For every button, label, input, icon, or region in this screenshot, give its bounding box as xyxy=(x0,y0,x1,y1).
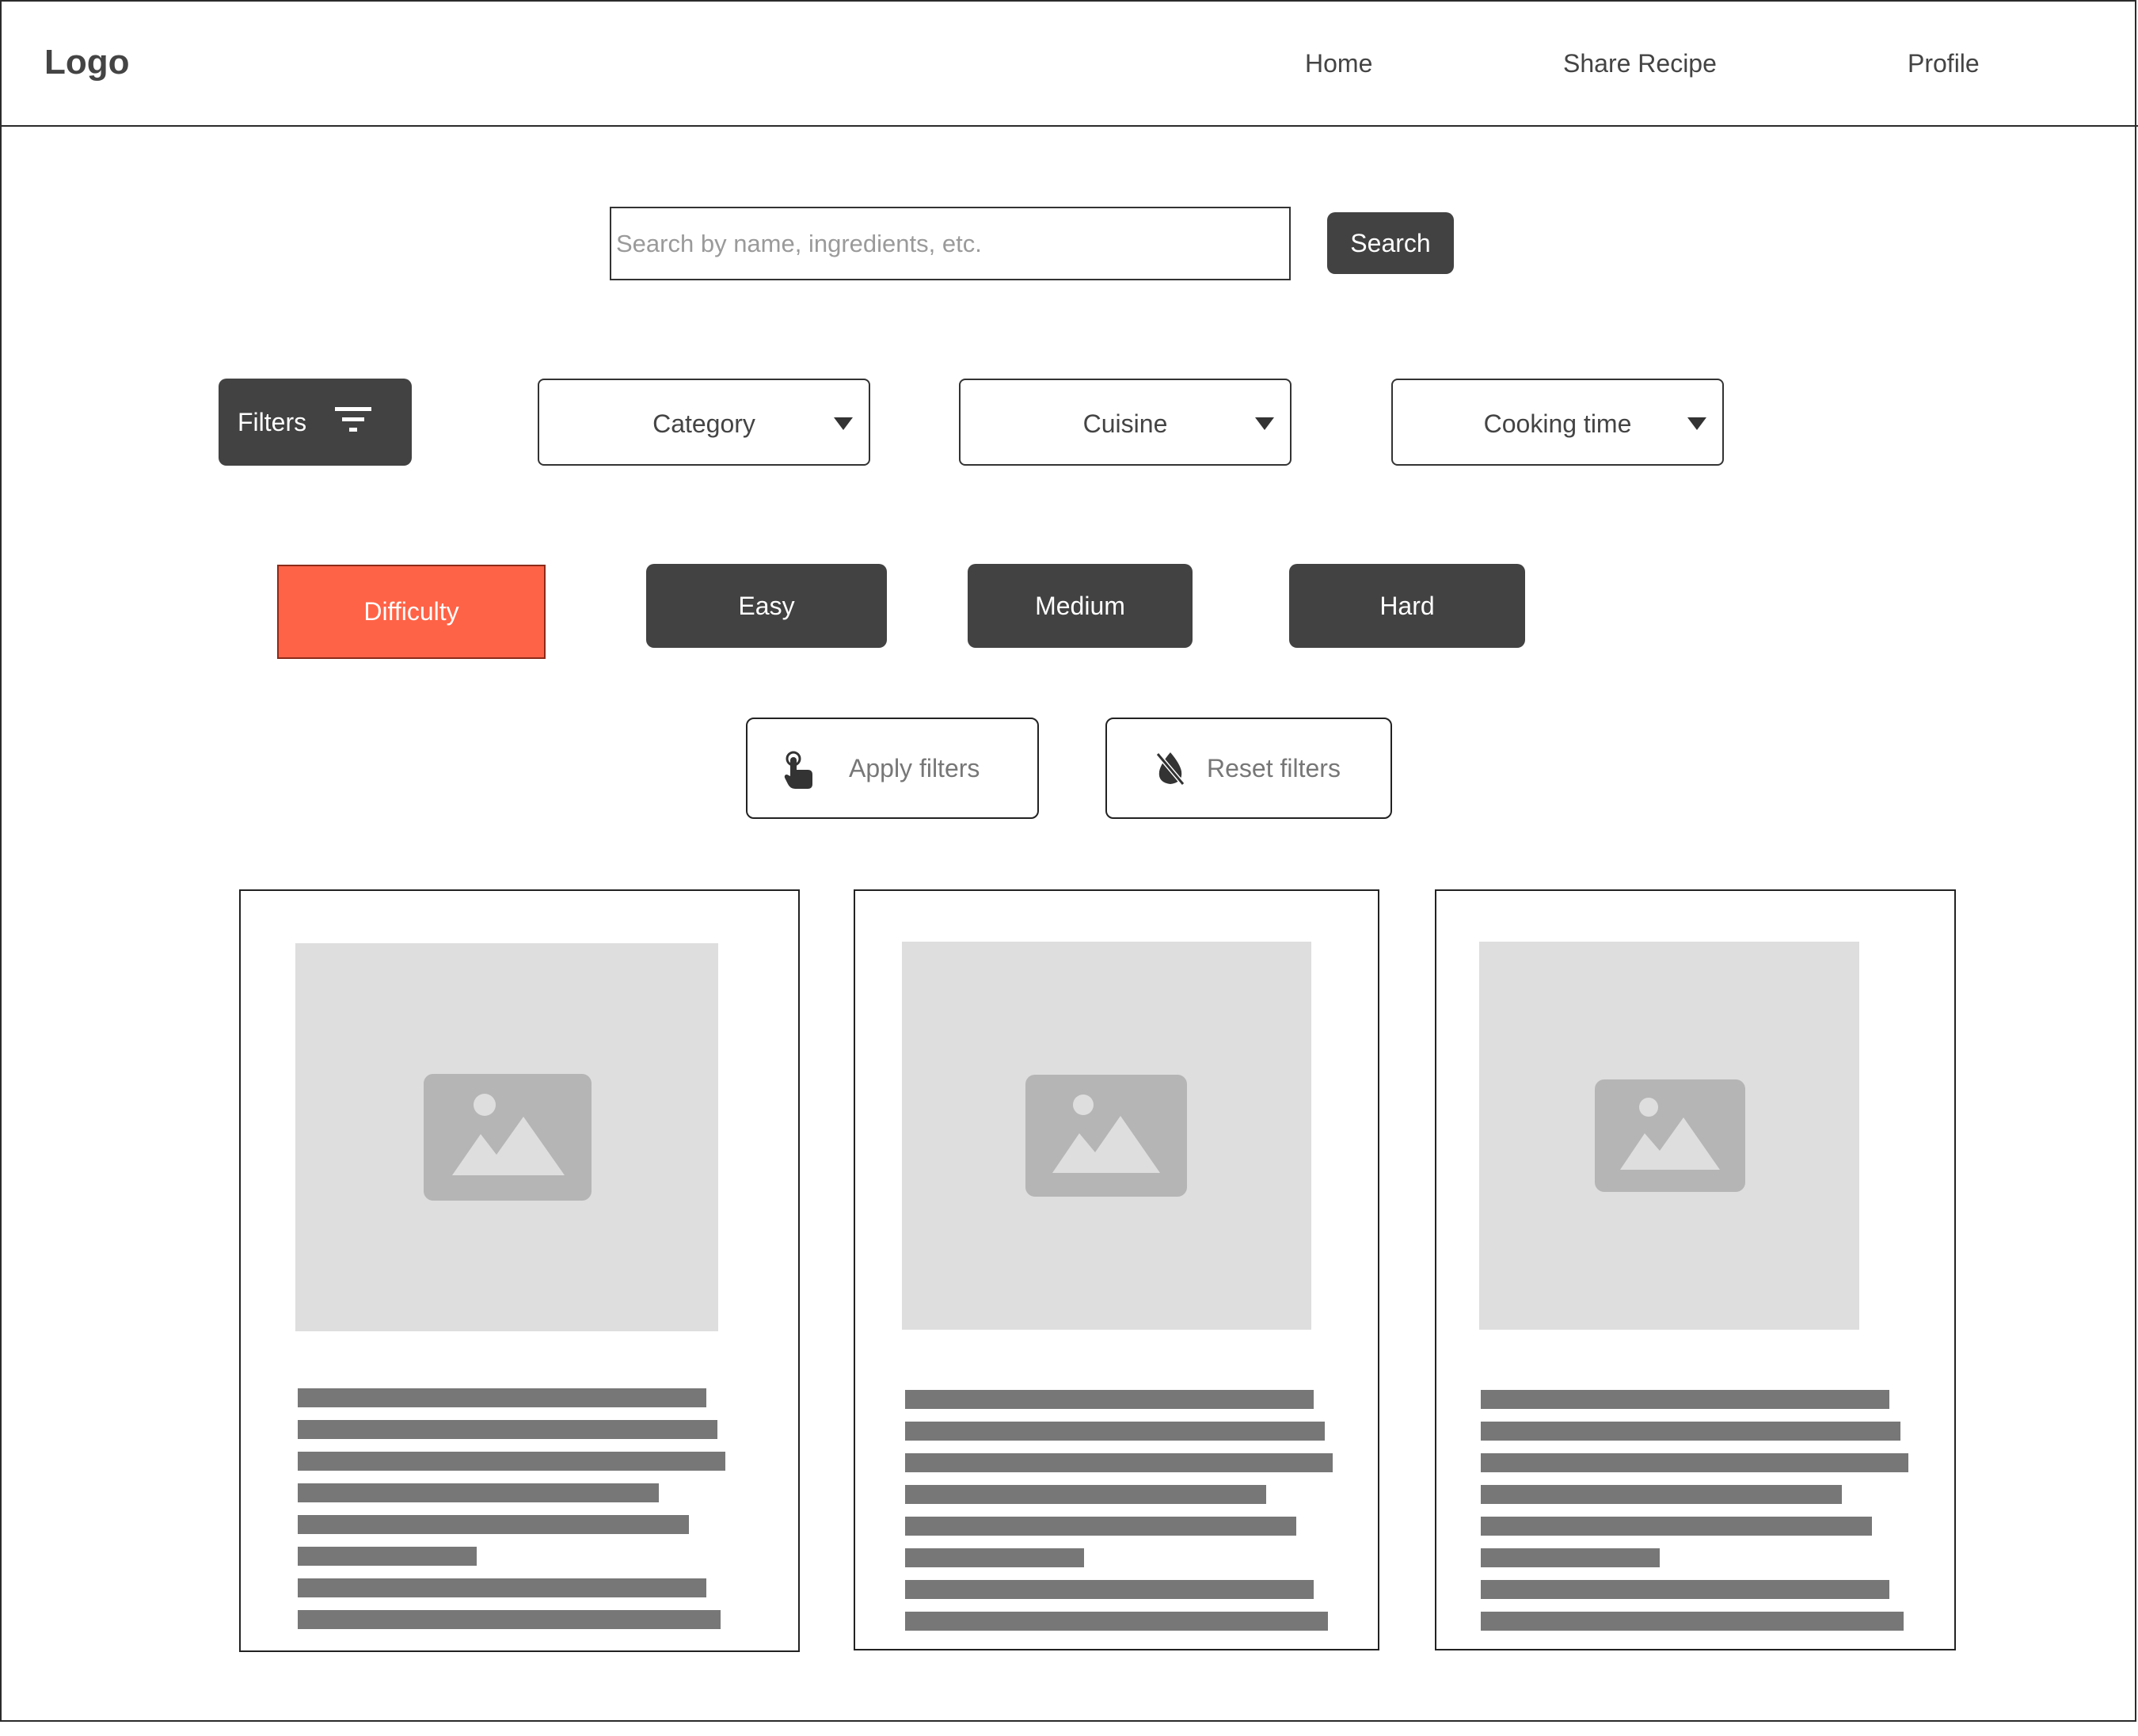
search-button-label: Search xyxy=(1350,228,1431,257)
category-dropdown-label: Category xyxy=(652,409,755,438)
recipe-card[interactable] xyxy=(1435,889,1956,1650)
chevron-down-icon xyxy=(834,417,853,430)
nav-link-home[interactable]: Home xyxy=(1305,49,1372,78)
nav-link-share-recipe[interactable]: Share Recipe xyxy=(1563,49,1717,78)
search-input[interactable] xyxy=(610,207,1291,280)
cooking-time-dropdown-label: Cooking time xyxy=(1483,409,1632,438)
image-placeholder xyxy=(295,943,718,1331)
image-placeholder xyxy=(902,942,1311,1330)
recipe-description-text xyxy=(298,1388,725,1642)
recipe-description-text xyxy=(1481,1390,1908,1643)
filter-off-icon xyxy=(1155,752,1185,786)
filters-button-label: Filters xyxy=(238,407,307,436)
search-button[interactable]: Search xyxy=(1327,212,1454,274)
difficulty-easy-button[interactable]: Easy xyxy=(646,564,887,648)
apply-filters-label: Apply filters xyxy=(849,754,980,782)
difficulty-medium-label: Medium xyxy=(1035,591,1125,620)
difficulty-hard-button[interactable]: Hard xyxy=(1289,564,1525,648)
image-placeholder-icon xyxy=(1025,1075,1187,1197)
image-placeholder xyxy=(1479,942,1859,1330)
difficulty-label-text: Difficulty xyxy=(363,597,459,626)
cooking-time-dropdown[interactable]: Cooking time xyxy=(1391,379,1724,466)
image-placeholder-icon xyxy=(1595,1079,1745,1192)
recipe-description-text xyxy=(905,1390,1333,1643)
recipe-card[interactable] xyxy=(239,889,800,1652)
filters-button[interactable]: Filters xyxy=(219,379,412,466)
recipe-card[interactable] xyxy=(854,889,1379,1650)
chevron-down-icon xyxy=(1255,417,1274,430)
category-dropdown[interactable]: Category xyxy=(538,379,870,466)
difficulty-hard-label: Hard xyxy=(1379,591,1435,620)
image-placeholder-icon xyxy=(424,1074,592,1201)
tap-hand-icon xyxy=(784,751,812,789)
cuisine-dropdown-label: Cuisine xyxy=(1082,409,1168,438)
difficulty-label: Difficulty xyxy=(277,565,546,659)
top-nav-bar: Logo Home Share Recipe Profile xyxy=(0,0,2138,127)
logo[interactable]: Logo xyxy=(44,43,130,82)
difficulty-medium-button[interactable]: Medium xyxy=(968,564,1193,648)
reset-filters-button[interactable]: Reset filters xyxy=(1105,718,1392,819)
chevron-down-icon xyxy=(1687,417,1706,430)
filter-icon xyxy=(335,405,372,440)
cuisine-dropdown[interactable]: Cuisine xyxy=(959,379,1292,466)
difficulty-easy-label: Easy xyxy=(738,591,795,620)
apply-filters-button[interactable]: Apply filters xyxy=(746,718,1039,819)
nav-link-profile[interactable]: Profile xyxy=(1908,49,1980,78)
reset-filters-label: Reset filters xyxy=(1207,754,1341,782)
